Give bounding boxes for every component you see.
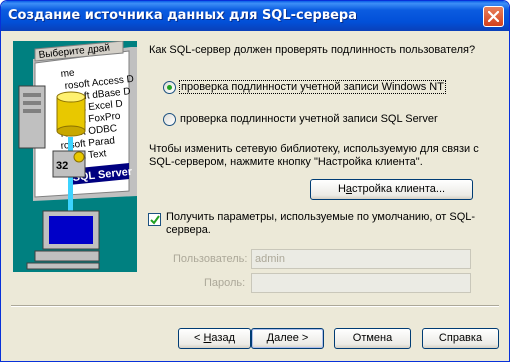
password-field[interactable] (251, 273, 471, 293)
auth-question: Как SQL-сервер должен проверять подлинно… (149, 44, 476, 56)
radio-label-nt[interactable]: проверка подлинности учетной записи Wind… (179, 80, 446, 94)
password-label: Пароль: (204, 277, 246, 289)
window-title: Создание источника данных для SQL-сервер… (8, 8, 357, 23)
close-icon (488, 11, 499, 22)
radio-label-sql[interactable]: проверка подлинности учетной записи SQL … (180, 113, 438, 125)
defaults-checkbox-label[interactable]: Получить параметры, используемые по умол… (166, 211, 486, 237)
dialog-window: Создание источника данных для SQL-сервер… (0, 0, 510, 362)
radio-button[interactable] (163, 113, 176, 126)
radio-selected-dot (167, 85, 172, 90)
client-config-button[interactable]: Настройка клиента... (310, 179, 473, 200)
dialog-content: Как SQL-сервер должен проверять подлинно… (1, 31, 509, 361)
client-config-label-post: стройка клиента... (352, 183, 446, 195)
help-button[interactable]: Справка (422, 328, 499, 349)
client-info-text: Чтобы изменить сетевую библиотеку, испол… (149, 143, 479, 168)
defaults-checkbox[interactable] (148, 213, 161, 226)
next-button[interactable]: Далее > (251, 328, 324, 349)
next-label-key: Д (266, 332, 275, 344)
user-field[interactable]: admin (251, 249, 471, 269)
button-separator (11, 305, 499, 307)
user-label: Пользователь: (173, 253, 248, 265)
client-config-label-pre: Н (337, 183, 346, 195)
title-bar[interactable]: Создание источника данных для SQL-сервер… (1, 1, 509, 31)
back-button[interactable]: < Назад (178, 328, 251, 349)
radio-button[interactable] (163, 81, 176, 94)
next-label-post: алее > (274, 332, 309, 344)
back-label-post: азад (211, 332, 235, 344)
close-button[interactable] (483, 6, 504, 27)
check-icon (150, 215, 160, 225)
cancel-button[interactable]: Отмена (334, 328, 411, 349)
